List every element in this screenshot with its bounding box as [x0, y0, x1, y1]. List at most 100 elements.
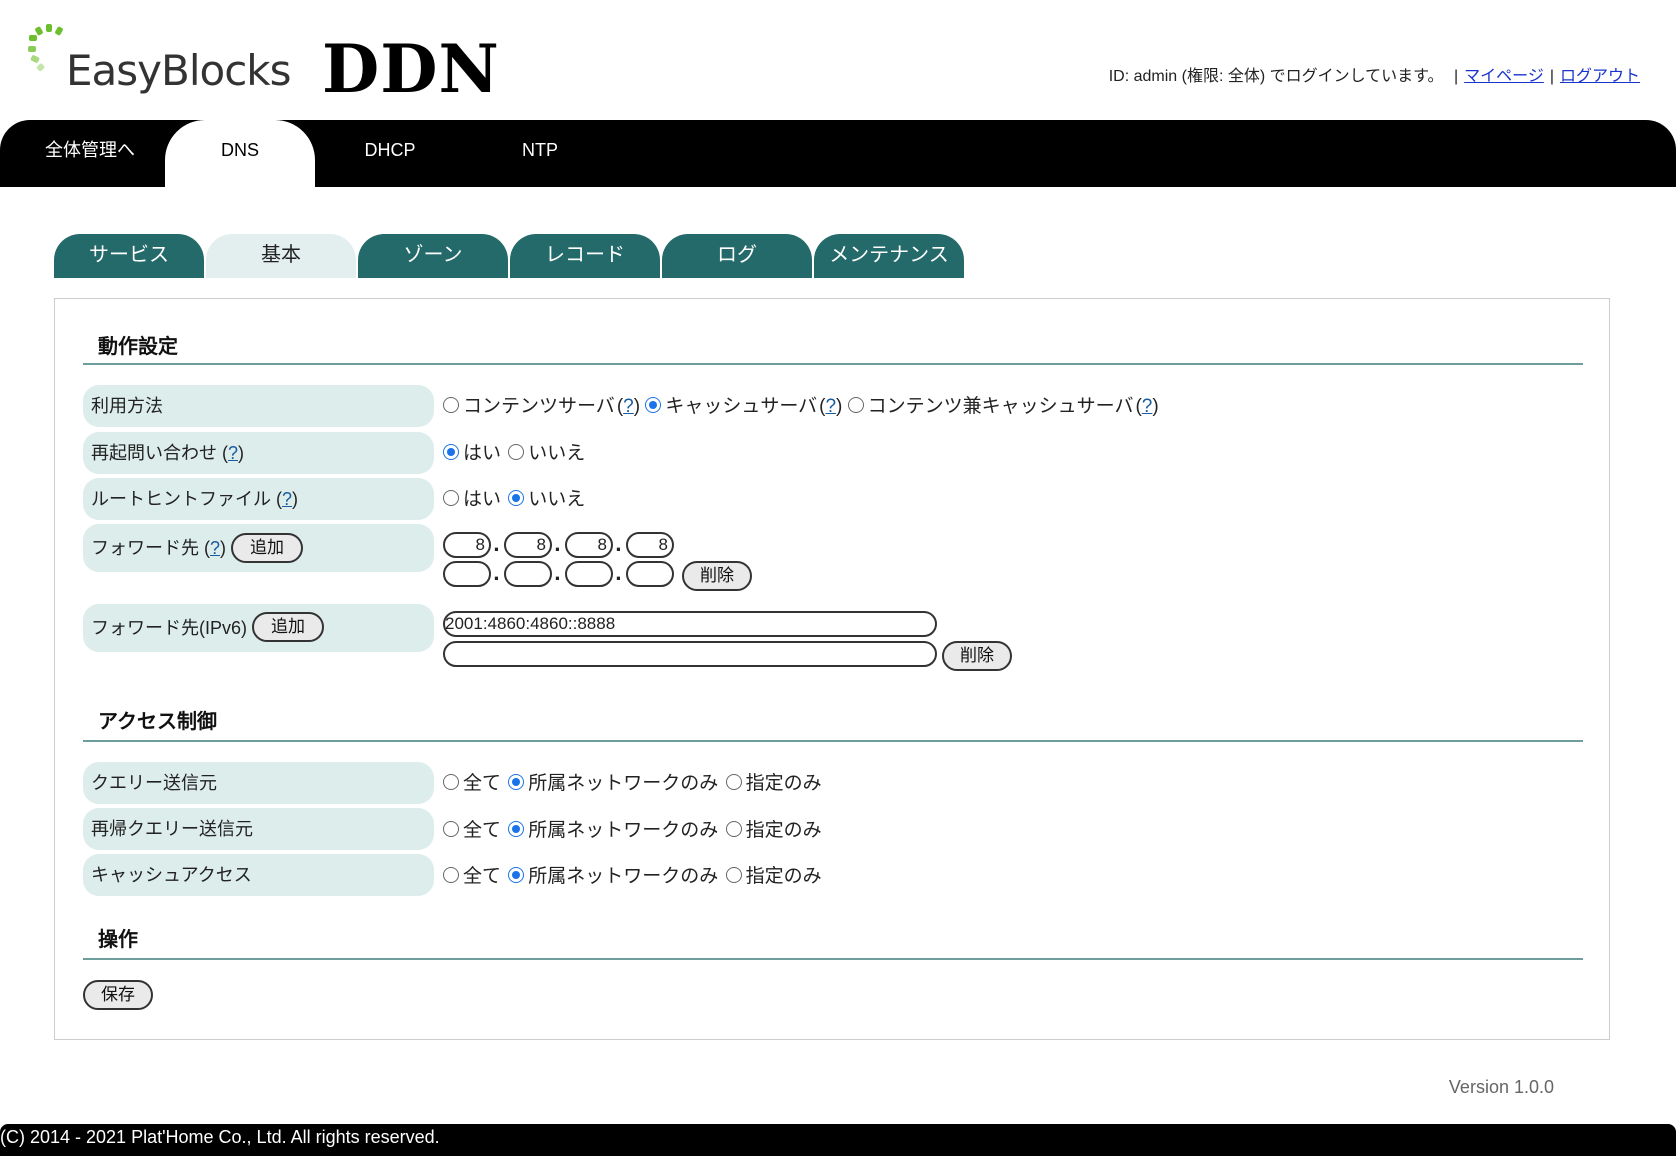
- ipv4-octet-input[interactable]: [565, 561, 613, 587]
- subtab-log[interactable]: ログ: [662, 234, 812, 278]
- option-own-network: 所属ネットワークのみ: [528, 773, 719, 794]
- radio-specified[interactable]: [725, 774, 742, 790]
- section-title-operation: 動作設定: [98, 336, 178, 358]
- recursive-label: 再起問い合わせ (?): [83, 432, 434, 474]
- ipv4-octet-input[interactable]: 8: [626, 532, 674, 558]
- forwarder-delete-button[interactable]: 削除: [682, 561, 752, 591]
- logo-text: EasyBlocks: [66, 46, 291, 95]
- recursive-query-source-label-text: 再帰クエリー送信元: [91, 819, 253, 839]
- octet-dot: .: [615, 564, 622, 585]
- radio-cache-server[interactable]: [645, 397, 662, 413]
- ipv4-octet-input[interactable]: 8: [443, 532, 491, 558]
- main-nav: 全体管理へ DNS DHCP NTP: [0, 120, 1676, 187]
- radio-specified[interactable]: [725, 867, 742, 883]
- option-specified: 指定のみ: [745, 773, 822, 794]
- ipv4-octet-input[interactable]: [443, 561, 491, 587]
- section-title-access: アクセス制御: [98, 711, 217, 733]
- section-divider: [83, 740, 1583, 742]
- forwarder-ipv6-add-button[interactable]: 追加: [252, 612, 324, 642]
- ipv6-input[interactable]: 2001:4860:4860::8888: [443, 611, 937, 637]
- help-link[interactable]: ?: [210, 538, 220, 558]
- option-own-network: 所属ネットワークのみ: [528, 866, 719, 887]
- ipv4-octet-input[interactable]: 8: [565, 532, 613, 558]
- forwarder-ipv6-label-text: フォワード先(IPv6): [91, 618, 248, 638]
- radio-root-hint-yes[interactable]: [443, 490, 459, 506]
- root-hint-label-text: ルートヒントファイル: [91, 489, 271, 509]
- logo-burst-icon: [28, 24, 63, 72]
- option-no: いいえ: [528, 489, 586, 510]
- option-no: いいえ: [528, 443, 586, 464]
- ipv4-octet-input[interactable]: 8: [504, 532, 552, 558]
- recursive-query-source-options: 全て 所属ネットワークのみ 指定のみ: [443, 815, 824, 842]
- radio-own-network[interactable]: [508, 867, 525, 883]
- easyblocks-logo: EasyBlocks: [28, 22, 291, 102]
- tab-ntp[interactable]: NTP: [465, 120, 615, 187]
- query-source-label-text: クエリー送信元: [91, 773, 217, 793]
- forwarder-label-text: フォワード先: [91, 538, 199, 558]
- option-all: 全て: [463, 773, 502, 794]
- radio-specified[interactable]: [725, 821, 742, 837]
- help-link[interactable]: ?: [228, 443, 238, 463]
- subtab-record[interactable]: レコード: [510, 234, 660, 278]
- radio-recursive-yes[interactable]: [443, 444, 459, 460]
- mypage-link[interactable]: マイページ: [1464, 68, 1544, 85]
- query-source-label: クエリー送信元: [83, 762, 434, 804]
- help-link[interactable]: ?: [623, 396, 634, 417]
- option-specified: 指定のみ: [745, 820, 822, 841]
- subtab-maintenance[interactable]: メンテナンス: [814, 234, 964, 278]
- radio-root-hint-no[interactable]: [508, 490, 525, 506]
- recursive-label-text: 再起問い合わせ: [91, 443, 217, 463]
- separator: |: [1453, 68, 1459, 85]
- recursive-options: はい いいえ: [443, 438, 587, 465]
- radio-all[interactable]: [443, 774, 459, 790]
- ipv6-input[interactable]: [443, 641, 937, 667]
- app-title: DDN: [322, 30, 500, 108]
- option-yes: はい: [463, 443, 502, 464]
- forwarder-ipv6-delete-button[interactable]: 削除: [942, 641, 1012, 671]
- cache-access-options: 全て 所属ネットワークのみ 指定のみ: [443, 861, 824, 888]
- cache-access-label-text: キャッシュアクセス: [91, 865, 252, 885]
- option-all: 全て: [463, 820, 502, 841]
- login-info: ID: admin (権限: 全体) でログインしています。 | マイページ | ログ…: [1109, 62, 1640, 86]
- query-source-options: 全て 所属ネットワークのみ 指定のみ: [443, 768, 824, 795]
- radio-all[interactable]: [443, 867, 459, 883]
- ipv4-octet-input[interactable]: [504, 561, 552, 587]
- footer-copyright: (C) 2014 - 2021 Plat'Home Co., Ltd. All …: [0, 1124, 1676, 1156]
- save-button[interactable]: 保存: [83, 980, 153, 1010]
- subtab-basic[interactable]: 基本: [206, 234, 356, 278]
- forwarder-add-button[interactable]: 追加: [231, 533, 303, 563]
- option-specified: 指定のみ: [745, 866, 822, 887]
- help-link[interactable]: ?: [1142, 396, 1153, 417]
- radio-recursive-no[interactable]: [508, 444, 525, 460]
- octet-dot: .: [493, 564, 500, 585]
- option-own-network: 所属ネットワークのみ: [528, 820, 719, 841]
- octet-dot: .: [493, 535, 500, 556]
- subtab-service[interactable]: サービス: [54, 234, 204, 278]
- subtab-zone[interactable]: ゾーン: [358, 234, 508, 278]
- radio-own-network[interactable]: [508, 774, 525, 790]
- option-content-server: コンテンツサーバ: [463, 396, 615, 417]
- help-link[interactable]: ?: [825, 396, 836, 417]
- option-cache-server: キャッシュサーバ: [665, 396, 818, 417]
- radio-content-server[interactable]: [443, 397, 459, 413]
- tab-global-admin[interactable]: 全体管理へ: [15, 120, 165, 187]
- tab-dhcp[interactable]: DHCP: [315, 120, 465, 187]
- recursive-query-source-label: 再帰クエリー送信元: [83, 808, 434, 850]
- octet-dot: .: [554, 564, 561, 585]
- cache-access-label: キャッシュアクセス: [83, 854, 434, 896]
- option-content-cache-server: コンテンツ兼キャッシュサーバ: [867, 396, 1134, 417]
- option-yes: はい: [463, 489, 502, 510]
- root-hint-label: ルートヒントファイル (?): [83, 478, 434, 520]
- option-all: 全て: [463, 866, 502, 887]
- help-link[interactable]: ?: [282, 489, 292, 509]
- ipv4-octet-input[interactable]: [626, 561, 674, 587]
- radio-all[interactable]: [443, 821, 459, 837]
- tab-dns[interactable]: DNS: [165, 120, 315, 187]
- usage-label-text: 利用方法: [91, 396, 163, 416]
- separator: |: [1549, 68, 1554, 85]
- section-title-operations: 操作: [98, 929, 138, 951]
- logout-link[interactable]: ログアウト: [1560, 68, 1640, 85]
- octet-dot: .: [615, 535, 622, 556]
- radio-own-network[interactable]: [508, 821, 525, 837]
- radio-content-cache-server[interactable]: [847, 397, 864, 413]
